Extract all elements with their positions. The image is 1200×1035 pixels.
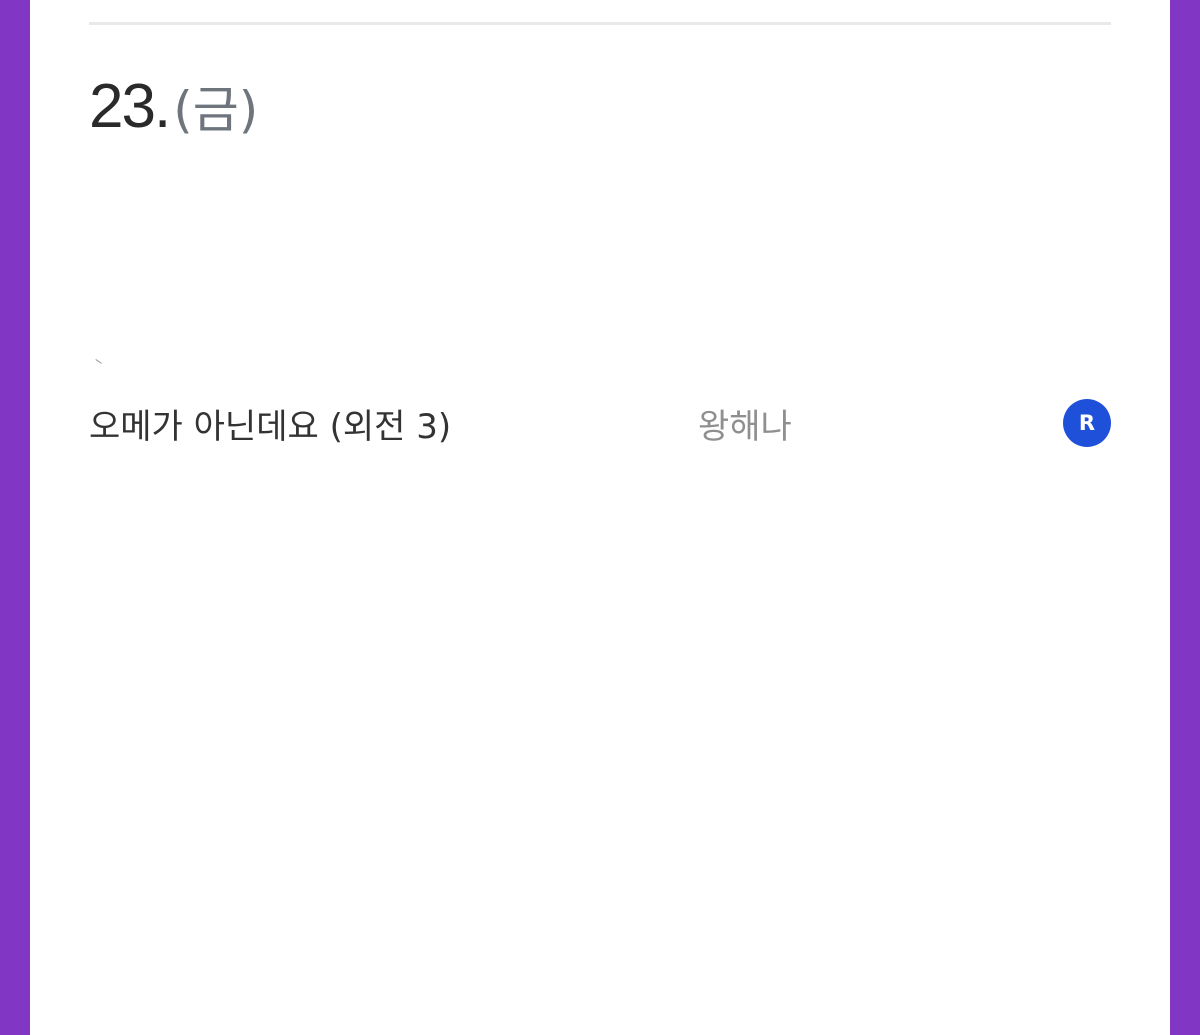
tick-mark bbox=[93, 359, 102, 368]
r-badge-icon: R bbox=[1063, 399, 1111, 447]
entry-author: 왕해나 bbox=[698, 407, 792, 447]
date-heading: 23. (금) bbox=[89, 70, 258, 150]
content-panel: 23. (금) 오메가 아닌데요 (외전 3) 왕해나 R bbox=[30, 0, 1170, 1035]
divider bbox=[89, 22, 1111, 25]
entry-title[interactable]: 오메가 아닌데요 (외전 3) bbox=[89, 399, 451, 448]
weekday-label: (금) bbox=[173, 81, 259, 139]
day-number: 23. bbox=[89, 72, 171, 141]
list-item[interactable]: 오메가 아닌데요 (외전 3) 왕해나 R bbox=[89, 393, 1111, 449]
